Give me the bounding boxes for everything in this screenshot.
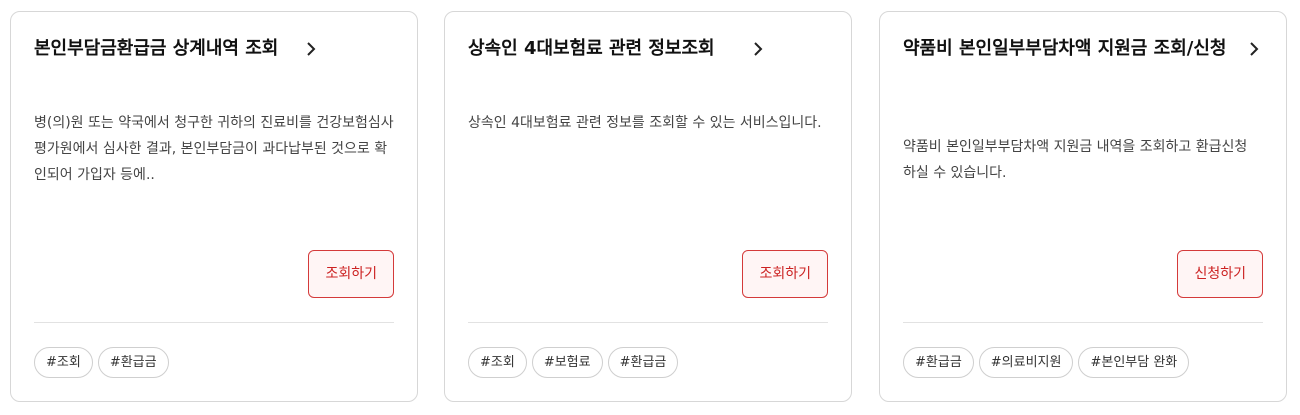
service-card: 본인부담금환급금 상계내역 조회 병(의)원 또는 약국에서 청구한 귀하의 진…: [10, 11, 418, 402]
chevron-right-icon[interactable]: [302, 40, 320, 58]
card-title-link[interactable]: 상속인 4대보험료 관련 정보조회: [468, 36, 829, 62]
card-title-link[interactable]: 본인부담금환급금 상계내역 조회: [34, 36, 395, 62]
card-description: 상속인 4대보험료 관련 정보를 조회할 수 있는 서비스입니다.: [468, 115, 822, 131]
divider: [468, 322, 828, 323]
tag-chip[interactable]: #본인부담 완화: [1078, 347, 1190, 378]
tag-chip[interactable]: #환급금: [97, 347, 169, 378]
service-card: 상속인 4대보험료 관련 정보조회 상속인 4대보험료 관련 정보를 조회할 수…: [444, 11, 852, 402]
tag-chip[interactable]: #환급금: [607, 347, 679, 378]
card-description: 약품비 본인일부부담차액 지원금 내역을 조회하고 환급신청 하실 수 있습니다…: [903, 139, 1248, 181]
tag-list: #조회 #환급금: [34, 347, 169, 378]
tag-chip[interactable]: #의료비지원: [978, 347, 1074, 378]
tag-list: #조회 #보험료 #환급금: [468, 347, 679, 378]
chevron-right-icon[interactable]: [749, 40, 767, 58]
tag-chip[interactable]: #조회: [34, 347, 93, 378]
card-description: 병(의)원 또는 약국에서 청구한 귀하의 진료비를 건강보험심사평가원에서 심…: [34, 115, 394, 183]
chevron-right-icon[interactable]: [1245, 40, 1263, 58]
lookup-button[interactable]: 조회하기: [742, 250, 828, 298]
divider: [34, 322, 394, 323]
tag-chip[interactable]: #보험료: [531, 347, 603, 378]
service-card-list: 본인부담금환급금 상계내역 조회 병(의)원 또는 약국에서 청구한 귀하의 진…: [0, 0, 1300, 415]
card-title[interactable]: 본인부담금환급금 상계내역 조회: [34, 38, 278, 59]
card-title[interactable]: 약품비 본인일부부담차액 지원금 조회/신청: [903, 36, 1228, 62]
service-card: 약품비 본인일부부담차액 지원금 조회/신청 약품비 본인일부부담차액 지원금 …: [879, 11, 1287, 402]
tag-list: #환급금 #의료비지원 #본인부담 완화: [903, 347, 1190, 378]
card-title-link[interactable]: 약품비 본인일부부담차액 지원금 조회/신청: [903, 36, 1264, 62]
lookup-button[interactable]: 조회하기: [308, 250, 394, 298]
tag-chip[interactable]: #조회: [468, 347, 527, 378]
tag-chip[interactable]: #환급금: [903, 347, 974, 378]
apply-button[interactable]: 신청하기: [1177, 250, 1263, 298]
divider: [903, 322, 1263, 323]
card-title[interactable]: 상속인 4대보험료 관련 정보조회: [468, 38, 715, 59]
